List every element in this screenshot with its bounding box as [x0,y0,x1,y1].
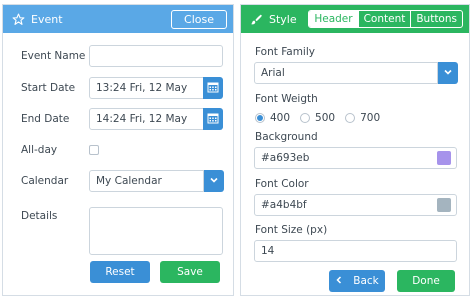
close-button[interactable]: Close [171,9,227,29]
calendar-row: Calendar My Calendar [21,170,224,192]
font-size-input[interactable]: 14 [254,240,457,262]
weight-option-700[interactable]: 700 [345,112,380,124]
font-color-label: Font Color [255,178,309,190]
details-row: Details [21,207,223,255]
done-button[interactable]: Done [397,270,455,292]
weight-700-label: 700 [360,112,381,124]
back-button[interactable]: Back [329,270,385,292]
background-label: Background [255,131,318,143]
font-family-dropdown-button[interactable] [438,62,458,84]
allday-label: All-day [21,144,58,156]
star-icon [11,12,25,26]
details-label: Details [21,210,58,222]
calendar-dropdown-button[interactable] [204,170,224,192]
tab-content[interactable]: Content [357,11,411,27]
tab-buttons[interactable]: Buttons [410,11,462,27]
calendar-label: Calendar [21,175,69,187]
calendar-icon [207,112,219,127]
weight-400-label: 400 [270,112,291,124]
calendar-select[interactable]: My Calendar [89,170,204,192]
tab-header[interactable]: Header [309,11,358,27]
font-weight-radio-group: 400 500 700 [255,112,390,124]
background-value: #a693eb [261,152,310,164]
font-size-label: Font Size (px) [255,224,328,236]
font-family-select[interactable]: Arial [254,62,438,84]
allday-checkbox[interactable] [89,145,99,155]
event-name-row: Event Name [21,45,223,67]
style-header: Style Header Content Buttons [241,5,469,33]
radio-button[interactable] [255,113,265,123]
style-title: Style [269,12,297,26]
calendar-icon [207,81,219,96]
event-name-input[interactable] [89,45,223,67]
details-textarea[interactable] [89,207,223,255]
font-weight-label: Font Weigth [255,93,318,105]
font-color-value: #a4b4bf [261,199,307,211]
font-color-input[interactable]: #a4b4bf [254,194,457,216]
style-panel: Style Header Content Buttons Font Family… [240,4,470,296]
radio-button[interactable] [300,113,311,123]
back-label: Back [353,275,379,287]
event-name-label: Event Name [21,50,86,62]
chevron-down-icon [443,67,453,80]
end-date-picker-button[interactable] [203,108,223,130]
chevron-down-icon [209,175,219,188]
chevron-left-icon [335,275,343,287]
weight-option-500[interactable]: 500 [300,112,335,124]
event-panel: Event Close Event Name Start Date 13:24 … [2,4,234,296]
allday-row: All-day [21,144,99,156]
end-date-input[interactable]: 14:24 Fri, 12 May [89,108,206,130]
start-date-label: Start Date [21,82,76,94]
radio-button[interactable] [345,113,356,123]
font-family-label: Font Family [255,46,315,58]
end-date-label: End Date [21,113,70,125]
end-date-row: End Date 14:24 Fri, 12 May [21,108,223,130]
font-color-swatch[interactable] [437,198,451,212]
background-swatch[interactable] [437,151,451,165]
start-date-row: Start Date 13:24 Fri, 12 May [21,77,223,99]
start-date-input[interactable]: 13:24 Fri, 12 May [89,77,206,99]
style-tabs: Header Content Buttons [308,10,463,28]
event-title: Event [31,12,63,26]
save-button[interactable]: Save [160,261,220,283]
event-header: Event Close [3,5,233,33]
weight-500-label: 500 [315,112,336,124]
background-input[interactable]: #a693eb [254,147,457,169]
reset-button[interactable]: Reset [90,261,150,283]
start-date-picker-button[interactable] [203,77,223,99]
paintbrush-icon [249,12,263,26]
weight-option-400[interactable]: 400 [255,112,290,124]
